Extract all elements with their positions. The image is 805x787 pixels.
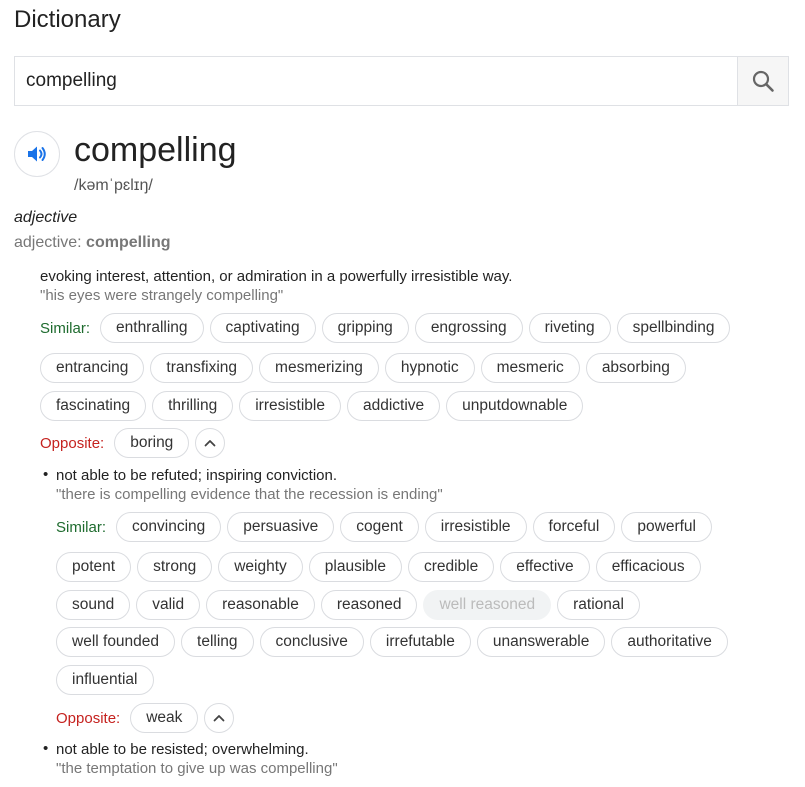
- similar-row: Similar: enthralling captivating gripping en…: [40, 313, 736, 343]
- page-title: Dictionary: [14, 6, 121, 33]
- synonym-chip[interactable]: fascinating: [40, 391, 147, 421]
- example: "his eyes were strangely compelling": [40, 287, 284, 304]
- similar-row: Similar: convincing persuasive cogent irresi…: [56, 512, 718, 542]
- opposite-label: Opposite:: [56, 709, 121, 727]
- bullet: •: [43, 466, 49, 483]
- search-bar: [14, 56, 789, 106]
- definition: not able to be resisted; overwhelming.: [56, 741, 309, 758]
- synonym-chip[interactable]: mesmerizing: [259, 353, 379, 383]
- similar-label: Similar:: [56, 518, 107, 536]
- synonym-chip[interactable]: absorbing: [585, 353, 686, 383]
- synonym-chip[interactable]: unanswerable: [476, 627, 606, 657]
- similar-row: fascinating thrilling irresistible addictiv…: [40, 391, 589, 421]
- similar-row: influential: [56, 665, 160, 695]
- synonym-chip[interactable]: unputdownable: [446, 391, 584, 421]
- synonym-chip[interactable]: entrancing: [40, 353, 145, 383]
- collapse-button[interactable]: [195, 428, 226, 458]
- synonym-chip: well reasoned: [423, 590, 552, 620]
- speaker-icon: [28, 146, 46, 162]
- headword: compelling: [74, 131, 237, 169]
- search-button[interactable]: [737, 57, 788, 105]
- synonym-chip[interactable]: effective: [500, 552, 590, 582]
- example: "the temptation to give up was compellin…: [56, 760, 338, 777]
- collapse-button[interactable]: [204, 703, 235, 733]
- synonym-chip[interactable]: rational: [557, 590, 640, 620]
- synonym-chip[interactable]: enthralling: [100, 313, 204, 343]
- synonym-chip[interactable]: credible: [407, 552, 495, 582]
- synonym-chip[interactable]: reasonable: [206, 590, 315, 620]
- definition: evoking interest, attention, or admirati…: [40, 268, 513, 285]
- chevron-up-icon: [204, 440, 216, 447]
- synonym-chip[interactable]: influential: [56, 665, 154, 695]
- synonym-chip[interactable]: mesmeric: [480, 353, 580, 383]
- opposite-label: Opposite:: [40, 434, 105, 452]
- bullet: •: [43, 740, 49, 757]
- synonym-chip[interactable]: strong: [137, 552, 213, 582]
- synonym-chip[interactable]: forceful: [532, 512, 616, 542]
- synonym-chip[interactable]: reasoned: [320, 590, 418, 620]
- synonym-chip[interactable]: persuasive: [227, 512, 335, 542]
- phonetic: /kəmˈpɛlɪŋ/: [74, 177, 153, 194]
- similar-label: Similar:: [40, 319, 91, 337]
- synonym-chip[interactable]: irresistible: [424, 512, 527, 542]
- search-icon: [752, 70, 774, 92]
- part-of-speech-line: adjective: compelling: [14, 234, 171, 252]
- similar-row: potent strong weighty plausible credible effe…: [56, 552, 707, 582]
- synonym-chip[interactable]: convincing: [116, 512, 222, 542]
- synonym-chip[interactable]: potent: [56, 552, 132, 582]
- synonym-chip[interactable]: efficacious: [595, 552, 701, 582]
- synonym-chip[interactable]: conclusive: [259, 627, 364, 657]
- synonym-chip[interactable]: addictive: [346, 391, 441, 421]
- synonym-chip[interactable]: spellbinding: [616, 313, 731, 343]
- synonym-chip[interactable]: authoritative: [611, 627, 728, 657]
- synonym-chip[interactable]: gripping: [321, 313, 409, 343]
- synonym-chip[interactable]: plausible: [308, 552, 402, 582]
- synonym-chip[interactable]: engrossing: [414, 313, 523, 343]
- pos-prefix: adjective:: [14, 234, 87, 251]
- sense-1: evoking interest, attention, or admirati…: [40, 268, 512, 304]
- synonym-chip[interactable]: sound: [56, 590, 131, 620]
- similar-row: sound valid reasonable reasoned well reasone…: [56, 590, 646, 620]
- synonym-chip[interactable]: captivating: [209, 313, 316, 343]
- synonym-chip[interactable]: thrilling: [152, 391, 234, 421]
- synonym-chip[interactable]: irresistible: [239, 391, 341, 421]
- synonym-chip[interactable]: telling: [181, 627, 254, 657]
- pronunciation-button[interactable]: [14, 131, 60, 177]
- opposite-row: Opposite: boring: [40, 428, 226, 458]
- antonym-chip[interactable]: boring: [114, 428, 190, 458]
- definition: not able to be refuted; inspiring convic…: [56, 467, 338, 484]
- opposite-row: Opposite: weak: [56, 703, 235, 733]
- sense-3: • not able to be resisted; overwhelming. "…: [43, 740, 338, 777]
- synonym-chip[interactable]: transfixing: [150, 353, 254, 383]
- similar-row: well founded telling conclusive irrefutable…: [56, 627, 734, 657]
- example: "there is compelling evidence that the r…: [56, 486, 443, 503]
- synonym-chip[interactable]: cogent: [340, 512, 419, 542]
- synonym-chip[interactable]: powerful: [621, 512, 712, 542]
- synonym-chip[interactable]: irrefutable: [369, 627, 471, 657]
- synonym-chip[interactable]: riveting: [528, 313, 611, 343]
- search-input[interactable]: [15, 57, 737, 105]
- synonym-chip[interactable]: hypnotic: [384, 353, 475, 383]
- part-of-speech: adjective: [14, 209, 78, 226]
- antonym-chip[interactable]: weak: [130, 703, 199, 733]
- pos-word: compelling: [86, 234, 171, 251]
- similar-row: entrancing transfixing mesmerizing hypnotic…: [40, 353, 692, 383]
- chevron-up-icon: [214, 715, 225, 722]
- synonym-chip[interactable]: weighty: [218, 552, 303, 582]
- sense-2: • not able to be refuted; inspiring convi…: [43, 466, 443, 503]
- synonym-chip[interactable]: well founded: [56, 627, 176, 657]
- synonym-chip[interactable]: valid: [136, 590, 201, 620]
